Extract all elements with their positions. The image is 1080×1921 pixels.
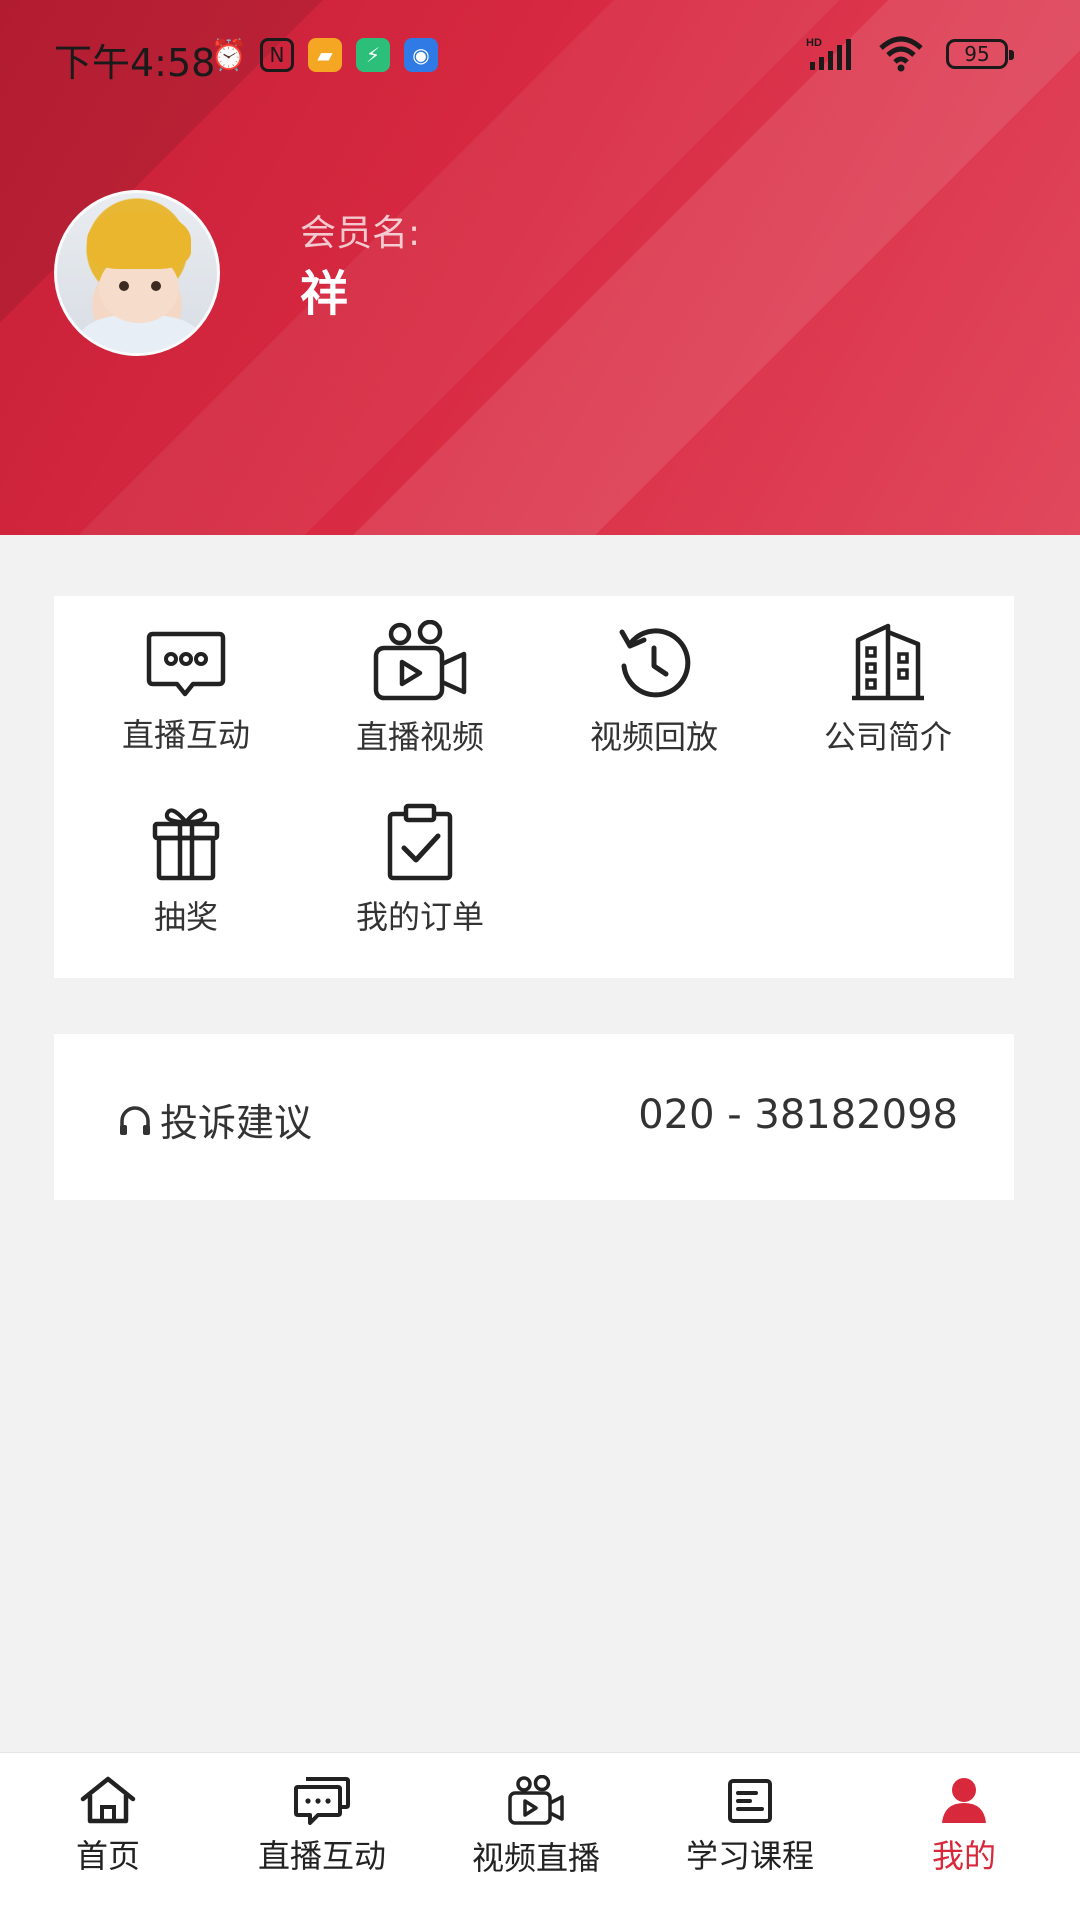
nav-label: 首页 [75, 1837, 140, 1875]
menu-item-label: 直播视频 [355, 718, 484, 756]
menu-item-label: 抽奖 [153, 898, 218, 936]
complaint-phone-number[interactable]: 020 - 38182098 [638, 1092, 958, 1138]
wifi-icon [879, 36, 923, 72]
menu-item-live-interaction[interactable]: 直播互动 [86, 630, 286, 780]
home-icon [80, 1776, 136, 1824]
menu-item-video-replay[interactable]: 视频回放 [554, 624, 754, 774]
course-icon [728, 1779, 772, 1823]
user-icon [942, 1778, 986, 1823]
status-system-icons: HD 95 [806, 36, 1014, 72]
notes-app-icon: ▰ [308, 38, 342, 72]
profile-header: 下午4:58 ⏰ N ▰ ⚡ ◉ HD 95 会员名: 祥 [0, 0, 1080, 535]
complaint-label: 投诉建议 [160, 1101, 313, 1145]
menu-item-label: 直播互动 [121, 716, 250, 754]
nav-tab-home[interactable]: 首页 [28, 1775, 188, 1877]
menu-item-live-video[interactable]: 直播视频 [320, 620, 520, 770]
complaint-suggestion-row[interactable]: 投诉建议 020 - 38182098 [54, 1034, 1014, 1200]
broadcast-app-icon: ◉ [404, 38, 438, 72]
status-notification-icons: ⏰ N ▰ ⚡ ◉ [210, 37, 438, 73]
menu-item-my-orders[interactable]: 我的订单 [320, 802, 520, 952]
nav-label: 直播互动 [257, 1837, 386, 1875]
security-app-icon: ⚡ [356, 38, 390, 72]
bottom-navigation: 首页 直播互动 视频直播 学习课程 我的 [0, 1752, 1080, 1921]
video-camera-icon [373, 620, 467, 701]
feature-menu-card: 直播互动 直播视频 视频回放 公司简介 抽奖 我的订单 [54, 596, 1014, 978]
nav-tab-courses[interactable]: 学习课程 [670, 1775, 830, 1877]
battery-indicator: 95 [946, 39, 1014, 69]
chat-bubble-icon [146, 631, 226, 697]
battery-level: 95 [964, 42, 990, 66]
complaint-left: 投诉建议 [118, 1092, 312, 1147]
nav-tab-video-live[interactable]: 视频直播 [456, 1775, 616, 1879]
video-camera-icon [508, 1775, 564, 1825]
nav-tab-live-interaction[interactable]: 直播互动 [242, 1775, 402, 1877]
building-icon [852, 623, 924, 701]
replay-icon [619, 628, 691, 698]
menu-item-label: 视频回放 [589, 718, 718, 756]
alarm-icon: ⏰ [210, 37, 248, 73]
clipboard-check-icon [387, 803, 453, 881]
menu-item-lottery[interactable]: 抽奖 [86, 802, 286, 952]
nfc-icon: N [260, 38, 294, 72]
gift-icon [152, 808, 220, 881]
status-time: 下午4:58 [54, 41, 216, 85]
nav-tab-mine[interactable]: 我的 [884, 1775, 1044, 1877]
signal-hd-label: HD [806, 37, 822, 49]
member-name-label: 会员名: [300, 213, 421, 254]
menu-item-label: 我的订单 [355, 898, 484, 936]
nav-label: 视频直播 [471, 1839, 600, 1877]
chat-bubble-icon [294, 1777, 350, 1825]
nav-label: 我的 [931, 1837, 996, 1875]
member-name-value: 祥 [300, 266, 349, 322]
nav-label: 学习课程 [685, 1837, 814, 1875]
menu-item-label: 公司简介 [823, 718, 952, 756]
headphone-icon [120, 1105, 150, 1135]
status-bar: 下午4:58 ⏰ N ▰ ⚡ ◉ HD 95 [0, 0, 1080, 110]
menu-item-company-intro[interactable]: 公司简介 [788, 622, 988, 772]
cellular-signal-icon: HD [806, 37, 851, 70]
avatar[interactable] [54, 190, 220, 356]
